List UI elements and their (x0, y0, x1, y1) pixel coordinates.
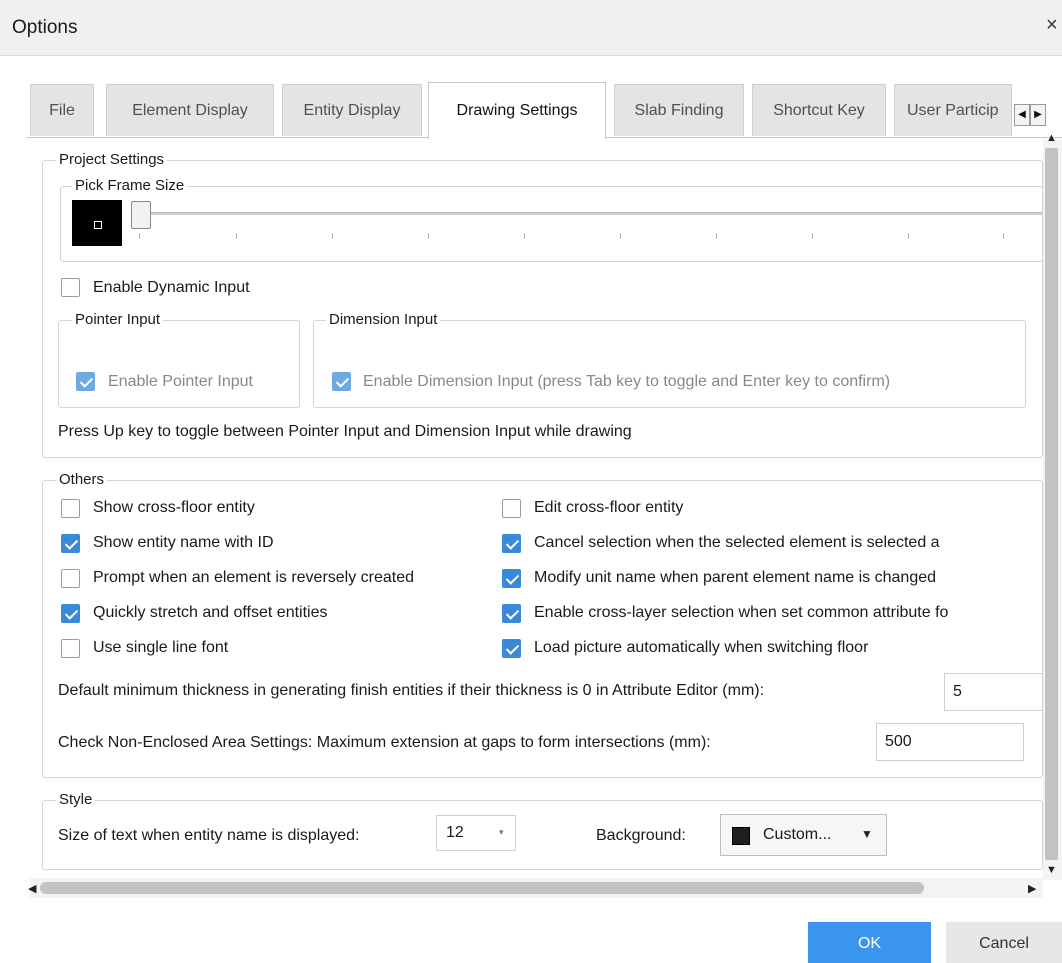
enable-dimension-input-checkbox[interactable] (332, 372, 351, 391)
use-single-line-font-checkbox[interactable] (61, 639, 80, 658)
load-picture-automatically-label: Load picture automatically when switchin… (534, 639, 869, 656)
slider-tick (1003, 233, 1004, 239)
tab-element-display[interactable]: Element Display (106, 84, 274, 136)
cancel-selection-checkbox[interactable] (502, 534, 521, 553)
enable-dimension-input-label: Enable Dimension Input (press Tab key to… (363, 373, 891, 390)
title-bar: Options × (0, 0, 1062, 56)
slider-tick (812, 233, 813, 239)
ok-button[interactable]: OK (808, 922, 931, 963)
tab-shortcut-key[interactable]: Shortcut Key (752, 84, 886, 136)
tab-scroll-left-icon[interactable]: ◀ (1014, 104, 1030, 126)
pointer-input-label: Pointer Input (72, 311, 164, 329)
slider-tick (620, 233, 621, 239)
cancel-selection-label: Cancel selection when the selected eleme… (534, 534, 940, 551)
slider-tick (716, 233, 717, 239)
scroll-left-icon[interactable]: ◀ (28, 882, 36, 895)
show-entity-name-with-id-checkbox[interactable] (61, 534, 80, 553)
scroll-right-icon[interactable]: ▶ (1028, 882, 1036, 895)
max-extension-label: Check Non-Enclosed Area Settings: Maximu… (58, 734, 711, 751)
prompt-reversely-created-checkbox[interactable] (61, 569, 80, 588)
enable-pointer-input-label: Enable Pointer Input (108, 373, 253, 390)
slider-tick (139, 233, 140, 239)
slider-tick (428, 233, 429, 239)
color-swatch-icon (732, 827, 750, 845)
background-color-button[interactable]: Custom... ▼ (720, 814, 887, 856)
dimension-input-label: Dimension Input (326, 311, 441, 329)
min-thickness-label: Default minimum thickness in generating … (58, 682, 765, 699)
tab-drawing-settings[interactable]: Drawing Settings (428, 82, 606, 139)
modify-unit-name-label: Modify unit name when parent element nam… (534, 569, 937, 586)
pick-frame-slider-thumb[interactable] (131, 201, 151, 229)
pick-frame-group (60, 186, 1043, 262)
vertical-scrollbar-thumb[interactable] (1045, 148, 1058, 860)
show-cross-floor-entity-label: Show cross-floor entity (93, 499, 255, 516)
quickly-stretch-offset-label: Quickly stretch and offset entities (93, 604, 328, 621)
cross-layer-selection-checkbox[interactable] (502, 604, 521, 623)
text-size-select[interactable]: 12 ▾ (436, 815, 516, 851)
window-title: Options (12, 17, 78, 38)
slider-tick (332, 233, 333, 239)
others-label: Others (56, 471, 108, 489)
pick-frame-preview (72, 200, 122, 246)
style-label: Style (56, 791, 96, 809)
scroll-down-icon[interactable]: ▼ (1046, 864, 1057, 876)
text-size-label: Size of text when entity name is display… (58, 827, 360, 844)
dropdown-arrow-icon: ▼ (861, 827, 873, 841)
slider-tick (908, 233, 909, 239)
tab-scroll-right-icon[interactable]: ▶ (1030, 104, 1046, 126)
dimension-input-group (313, 320, 1026, 408)
tab-entity-display[interactable]: Entity Display (282, 84, 422, 136)
prompt-reversely-created-label: Prompt when an element is reversely crea… (93, 569, 415, 586)
project-settings-label: Project Settings (56, 151, 168, 169)
tab-slab-finding[interactable]: Slab Finding (614, 84, 744, 136)
min-thickness-input[interactable]: 5 (944, 673, 1043, 711)
load-picture-automatically-checkbox[interactable] (502, 639, 521, 658)
close-icon[interactable]: × (1046, 14, 1058, 37)
cancel-button[interactable]: Cancel (946, 922, 1062, 963)
background-label: Background: (596, 827, 686, 844)
show-cross-floor-entity-checkbox[interactable] (61, 499, 80, 518)
slider-tick (524, 233, 525, 239)
chevron-down-icon: ▾ (499, 827, 504, 837)
quickly-stretch-offset-checkbox[interactable] (61, 604, 80, 623)
max-extension-input[interactable]: 500 (876, 723, 1024, 761)
input-toggle-hint: Press Up key to toggle between Pointer I… (58, 423, 632, 440)
enable-dynamic-input-checkbox[interactable] (61, 278, 80, 297)
edit-cross-floor-entity-checkbox[interactable] (502, 499, 521, 518)
use-single-line-font-label: Use single line font (93, 639, 229, 656)
enable-pointer-input-checkbox[interactable] (76, 372, 95, 391)
cross-layer-selection-label: Enable cross-layer selection when set co… (534, 604, 949, 621)
pick-frame-slider-track[interactable] (132, 212, 1042, 215)
slider-tick (236, 233, 237, 239)
pointer-input-group (58, 320, 300, 408)
tab-file[interactable]: File (30, 84, 94, 136)
edit-cross-floor-entity-label: Edit cross-floor entity (534, 499, 684, 516)
tab-user-participation[interactable]: User Particip (894, 84, 1012, 136)
show-entity-name-with-id-label: Show entity name with ID (93, 534, 274, 551)
background-value: Custom... (763, 826, 832, 843)
pick-frame-label: Pick Frame Size (72, 177, 188, 195)
horizontal-scrollbar-thumb[interactable] (40, 882, 924, 894)
text-size-value: 12 (446, 824, 464, 841)
modify-unit-name-checkbox[interactable] (502, 569, 521, 588)
enable-dynamic-input-label: Enable Dynamic Input (93, 279, 250, 296)
scroll-up-icon[interactable]: ▲ (1046, 132, 1057, 144)
